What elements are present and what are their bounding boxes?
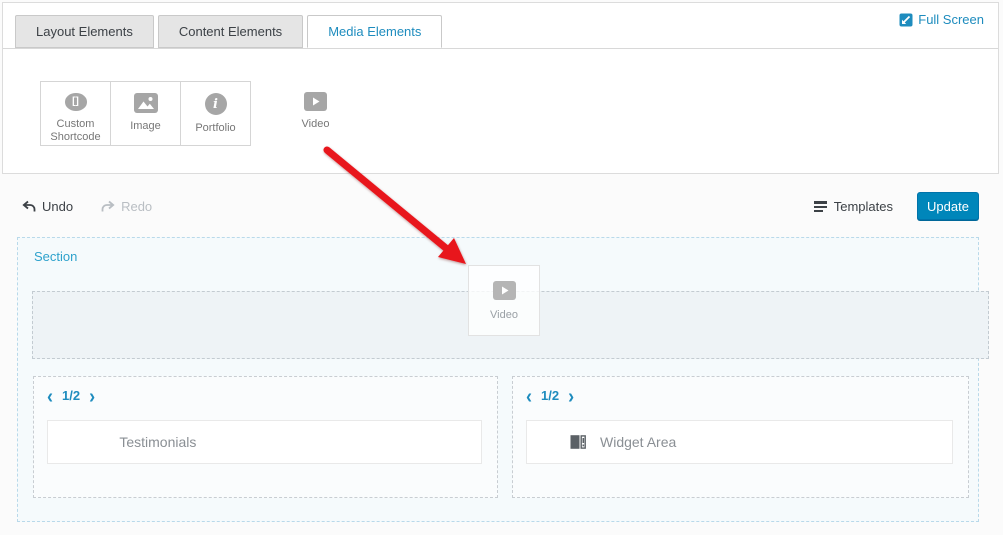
fullscreen-icon — [899, 13, 913, 27]
widget-area-element[interactable]: Widget Area — [526, 420, 953, 464]
column-size-controls: ‹ 1/2 › — [513, 377, 968, 403]
column-right[interactable]: ‹ 1/2 › Widget Area — [512, 376, 969, 498]
button-label: Video — [302, 118, 330, 132]
fullscreen-label: Full Screen — [918, 12, 984, 27]
portfolio-button[interactable]: i Portfolio — [180, 81, 251, 146]
drag-ghost-video[interactable]: Video — [468, 265, 540, 336]
element-label: Testimonials — [119, 434, 196, 450]
update-button[interactable]: Update — [917, 192, 979, 220]
testimonials-element[interactable]: ” Testimonials — [47, 420, 482, 464]
chevron-left-icon[interactable]: ‹ — [526, 389, 532, 403]
canvas-toolbar: Undo Redo T — [22, 191, 979, 221]
undo-icon — [22, 200, 36, 213]
tab-content-elements[interactable]: Content Elements — [158, 15, 303, 48]
undo-button[interactable]: Undo — [22, 199, 73, 214]
tab-layout-elements[interactable]: Layout Elements — [15, 15, 154, 48]
testimonials-icon: ” — [91, 433, 105, 451]
undo-label: Undo — [42, 199, 73, 214]
tab-bar: Layout Elements Content Elements Media E… — [3, 15, 998, 49]
templates-label: Templates — [834, 199, 893, 214]
templates-button[interactable]: Templates — [813, 199, 893, 214]
tab-media-elements[interactable]: Media Elements — [307, 15, 442, 48]
video-icon — [304, 92, 327, 111]
custom-shortcode-button[interactable]: [] Custom Shortcode — [40, 81, 111, 146]
ghost-label: Video — [490, 309, 518, 321]
column-left[interactable]: ‹ 1/2 › ” Testimonials — [33, 376, 498, 498]
widget-area-icon — [570, 434, 586, 450]
templates-icon — [813, 200, 828, 213]
column-size-controls: ‹ 1/2 › — [34, 377, 497, 403]
section-label: Section — [34, 249, 77, 264]
section-container[interactable]: Section Video ‹ 1/2 › — [17, 237, 979, 522]
image-icon — [134, 93, 158, 113]
redo-label: Redo — [121, 199, 152, 214]
video-button[interactable]: Video — [280, 81, 351, 146]
elements-panel: Layout Elements Content Elements Media E… — [2, 2, 999, 174]
redo-button[interactable]: Redo — [101, 199, 152, 214]
chevron-right-icon[interactable]: › — [89, 389, 95, 403]
redo-icon — [101, 200, 115, 213]
element-label: Widget Area — [600, 434, 676, 450]
fullscreen-button[interactable]: Full Screen — [899, 12, 984, 27]
media-element-buttons: [] Custom Shortcode Image i Portfolio — [40, 81, 351, 146]
button-label: Portfolio — [195, 122, 235, 136]
chevron-right-icon[interactable]: › — [568, 389, 574, 403]
builder-canvas-area: Undo Redo T — [0, 175, 1003, 535]
column-width-label: 1/2 — [541, 388, 559, 403]
button-label: Custom Shortcode — [41, 118, 110, 146]
image-button[interactable]: Image — [110, 81, 181, 146]
portfolio-icon: i — [205, 93, 227, 115]
column-width-label: 1/2 — [62, 388, 80, 403]
video-icon — [493, 281, 516, 300]
button-label: Image — [130, 120, 161, 134]
shortcode-icon: [] — [65, 93, 87, 111]
chevron-left-icon[interactable]: ‹ — [47, 389, 53, 403]
page-builder: Layout Elements Content Elements Media E… — [0, 0, 1003, 535]
